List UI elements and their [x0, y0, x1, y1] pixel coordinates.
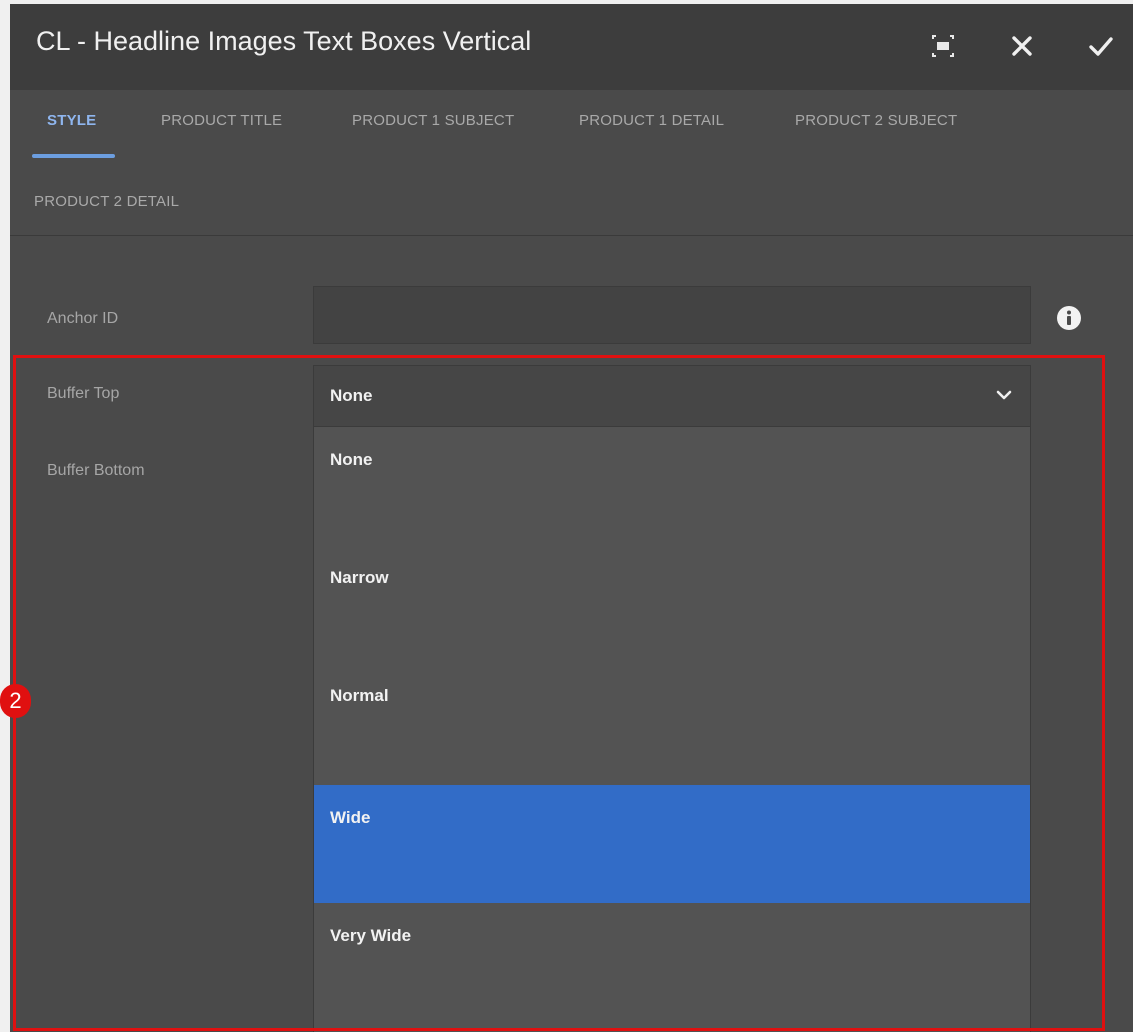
- tab-style[interactable]: STYLE: [47, 112, 96, 129]
- edit-dialog: CL - Headline Images Text Boxes Vertical…: [10, 4, 1133, 1032]
- active-tab-indicator: [32, 154, 115, 158]
- buffer-top-dropdown-list: None Narrow Normal Wide Very Wide: [313, 427, 1031, 1032]
- dialog-header: CL - Headline Images Text Boxes Vertical: [10, 4, 1133, 91]
- buffer-top-select[interactable]: None: [313, 365, 1031, 427]
- close-icon: [1012, 36, 1032, 56]
- info-icon[interactable]: [1056, 305, 1082, 331]
- done-button[interactable]: [1080, 26, 1120, 66]
- option-none[interactable]: None: [314, 427, 1030, 545]
- close-button[interactable]: [1002, 26, 1042, 66]
- tab-product-2-subject[interactable]: PRODUCT 2 SUBJECT: [795, 112, 957, 129]
- buffer-top-label: Buffer Top: [47, 385, 120, 402]
- option-label: Wide: [330, 808, 371, 827]
- fullscreen-button[interactable]: [923, 26, 963, 66]
- buffer-bottom-label: Buffer Bottom: [47, 462, 145, 479]
- option-label: Narrow: [330, 568, 389, 587]
- tab-product-1-subject[interactable]: PRODUCT 1 SUBJECT: [352, 112, 514, 129]
- fullscreen-icon: [932, 35, 954, 57]
- tab-bar: STYLE PRODUCT TITLE PRODUCT 1 SUBJECT PR…: [10, 90, 1133, 236]
- anchor-id-input[interactable]: [313, 286, 1031, 344]
- anchor-id-label: Anchor ID: [47, 310, 119, 327]
- step-number-badge: 2: [0, 684, 31, 718]
- option-narrow[interactable]: Narrow: [314, 545, 1030, 663]
- checkmark-icon: [1089, 37, 1113, 56]
- option-label: Very Wide: [330, 926, 412, 945]
- chevron-down-icon: [996, 390, 1012, 400]
- tab-product-title[interactable]: PRODUCT TITLE: [161, 112, 282, 129]
- buffer-top-value: None: [330, 386, 373, 405]
- tab-product-1-detail[interactable]: PRODUCT 1 DETAIL: [579, 112, 724, 129]
- option-wide[interactable]: Wide: [314, 785, 1030, 903]
- tab-product-2-detail[interactable]: PRODUCT 2 DETAIL: [34, 193, 179, 210]
- option-label: Normal: [330, 686, 389, 705]
- option-label: None: [330, 450, 373, 469]
- dialog-title: CL - Headline Images Text Boxes Vertical: [36, 26, 532, 56]
- option-normal[interactable]: Normal: [314, 663, 1030, 781]
- option-very-wide[interactable]: Very Wide: [314, 903, 1030, 1021]
